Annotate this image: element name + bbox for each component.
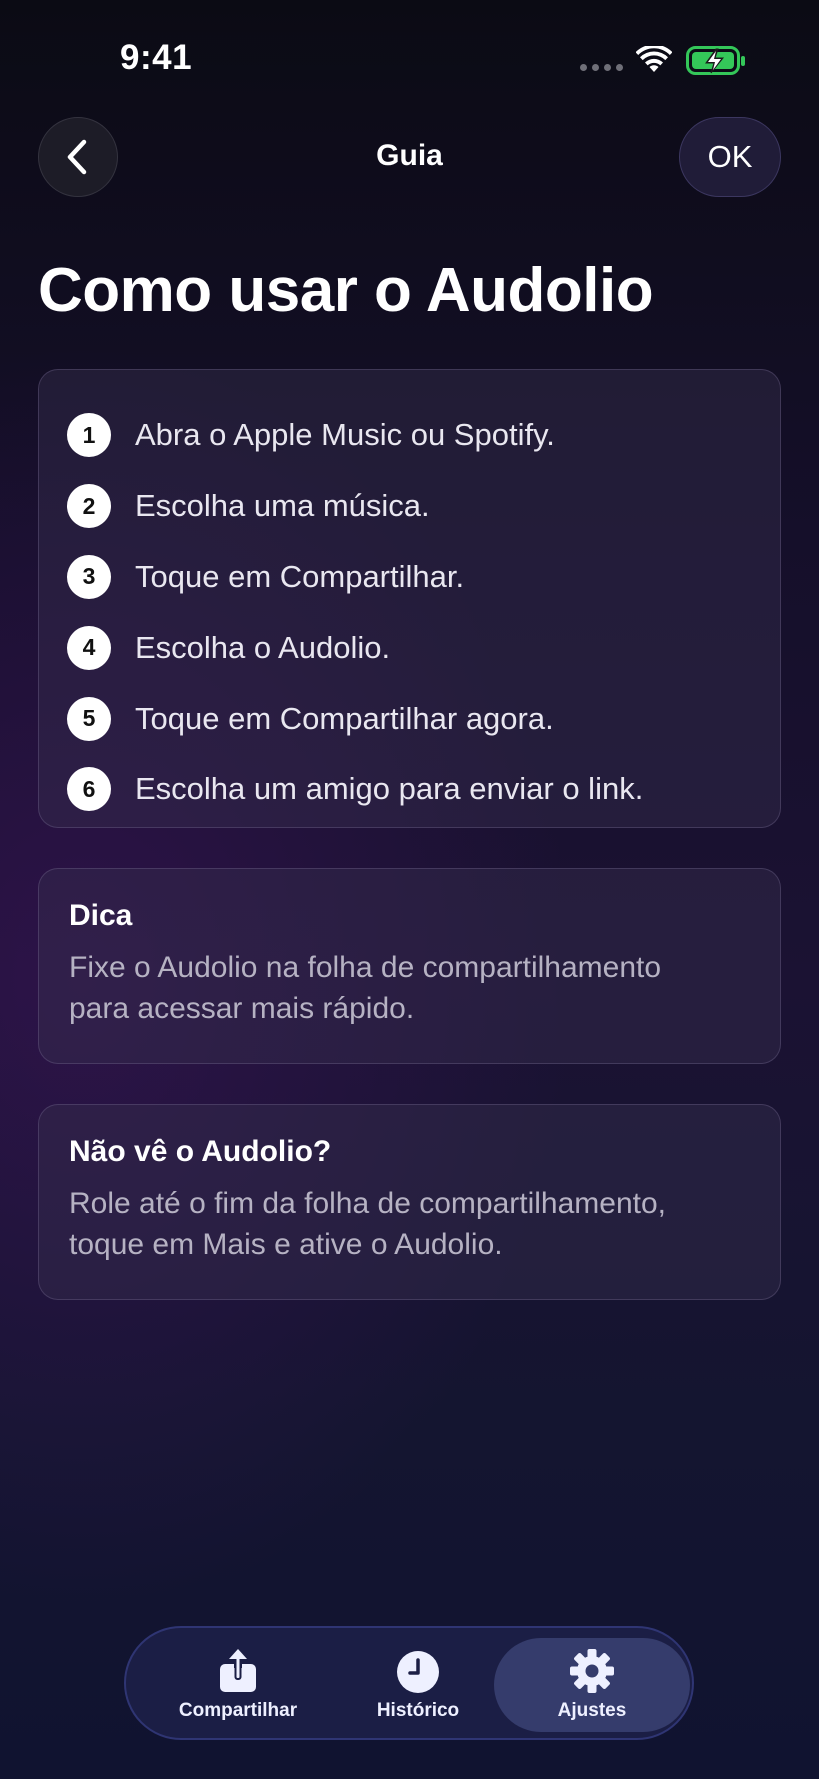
- wifi-icon: [636, 46, 672, 72]
- help-title: Não vê o Audolio?: [69, 1135, 332, 1168]
- step-text: Toque em Compartilhar agora.: [135, 700, 554, 736]
- step-number: 4: [67, 625, 111, 670]
- step-text: Abra o Apple Music ou Spotify.: [135, 417, 555, 453]
- step-text: Escolha o Audolio.: [135, 629, 391, 665]
- step-item: 4 Escolha o Audolio.: [67, 612, 780, 683]
- tab-history[interactable]: Histórico: [328, 1638, 508, 1732]
- step-text: Escolha uma música.: [135, 488, 430, 524]
- step-number: 3: [67, 554, 111, 599]
- page-title: Como usar o Audolio: [38, 256, 654, 325]
- step-item: 2 Escolha uma música.: [67, 471, 780, 542]
- steps-card: 1 Abra o Apple Music ou Spotify. 2 Escol…: [38, 369, 781, 828]
- step-text: Escolha um amigo para enviar o link.: [135, 771, 644, 807]
- step-item: 5 Toque em Compartilhar agora.: [67, 683, 780, 754]
- status-time: 9:41: [120, 38, 193, 77]
- help-body: Role até o fim da folha de compartilhame…: [69, 1183, 750, 1265]
- step-item: 3 Toque em Compartilhar.: [67, 542, 780, 613]
- tab-label: Ajustes: [557, 1700, 627, 1721]
- tip-body-line: para acessar mais rápido.: [69, 992, 415, 1025]
- tab-settings[interactable]: Ajustes: [494, 1638, 690, 1732]
- tab-label: Compartilhar: [178, 1700, 298, 1721]
- tab-share[interactable]: Compartilhar: [148, 1638, 328, 1732]
- help-card: Não vê o Audolio? Role até o fim da folh…: [38, 1104, 781, 1300]
- gear-icon: [570, 1649, 614, 1693]
- cellular-signal-icon: [580, 64, 623, 71]
- ok-button[interactable]: OK: [679, 117, 781, 197]
- tip-title: Dica: [69, 899, 133, 932]
- help-body-line: Role até o fim da folha de compartilhame…: [69, 1187, 666, 1220]
- step-item: 6 Escolha um amigo para enviar o link.: [67, 754, 780, 825]
- tab-bar: Compartilhar Histórico Ajustes: [124, 1626, 694, 1740]
- step-number: 5: [67, 696, 111, 741]
- step-number: 6: [67, 767, 111, 812]
- step-text: Toque em Compartilhar.: [135, 558, 465, 594]
- tip-body-line: Fixe o Audolio na folha de compartilhame…: [69, 951, 662, 984]
- battery-charging-icon: [686, 46, 745, 75]
- tip-body: Fixe o Audolio na folha de compartilhame…: [69, 947, 750, 1029]
- step-item: 1 Abra o Apple Music ou Spotify.: [67, 400, 780, 471]
- step-number: 1: [67, 413, 111, 458]
- help-body-line: toque em Mais e ative o Audolio.: [69, 1228, 503, 1261]
- tab-label: Histórico: [376, 1700, 460, 1721]
- clock-icon: [397, 1651, 439, 1693]
- share-icon: [220, 1649, 256, 1692]
- tip-card: Dica Fixe o Audolio na folha de comparti…: [38, 868, 781, 1064]
- step-number: 2: [67, 484, 111, 529]
